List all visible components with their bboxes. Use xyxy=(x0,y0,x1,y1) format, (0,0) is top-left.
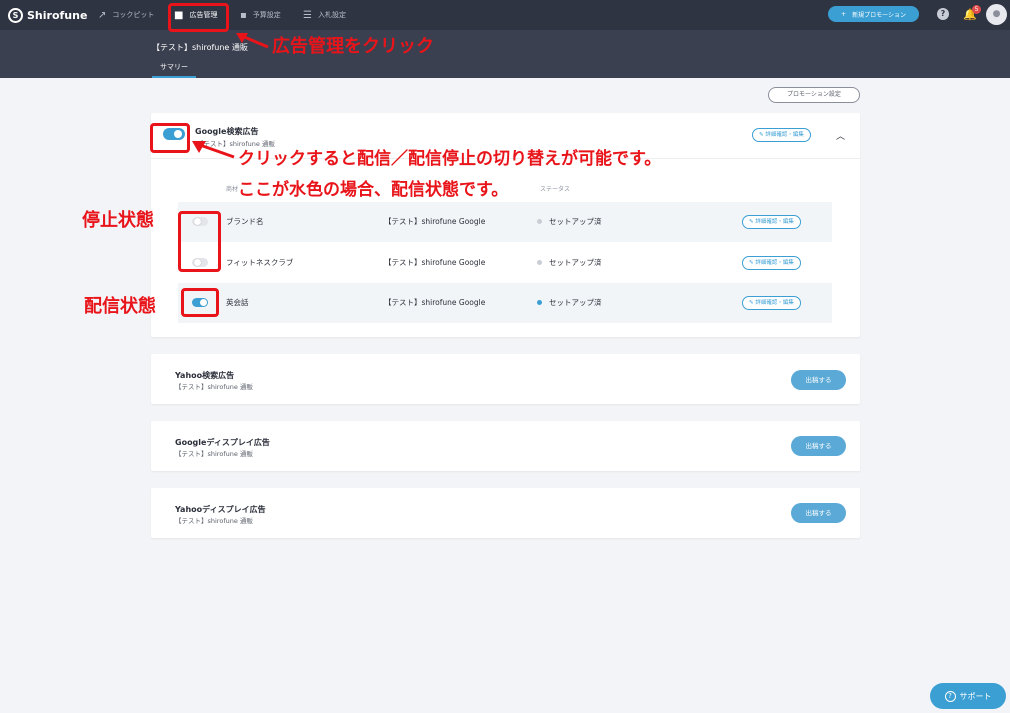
row-status: セットアップ済 xyxy=(549,298,602,307)
publish-button[interactable]: 出稿する xyxy=(791,370,846,390)
annotation-arrow xyxy=(236,33,269,49)
logo-icon: S xyxy=(8,7,23,23)
edit-details-button[interactable]: ✎ 詳細確認・編集 xyxy=(742,256,801,270)
edit-details-button[interactable]: ✎ 詳細確認・編集 xyxy=(752,128,811,142)
pencil-icon: ✎ xyxy=(749,219,754,225)
nav-item-budget[interactable]: ▪ 予算設定 xyxy=(240,8,281,22)
nav-item-label: 入札設定 xyxy=(317,11,346,19)
edit-details-button[interactable]: ✎ 詳細確認・編集 xyxy=(742,296,801,310)
edit-details-button[interactable]: ✎ 詳細確認・編集 xyxy=(742,215,801,229)
support-label: サポート xyxy=(959,691,992,701)
row-account: 【テスト】shirofune Google xyxy=(384,258,486,267)
table-row: フィットネスクラブ 【テスト】shirofune Google セットアップ済 … xyxy=(178,243,832,283)
row-name: フィットネスクラブ xyxy=(226,258,294,267)
annotation-arrow xyxy=(192,141,235,159)
row-account: 【テスト】shirofune Google xyxy=(384,217,486,226)
nav-item-label: 予算設定 xyxy=(252,11,281,19)
status-dot xyxy=(537,300,542,305)
column-header-status: ステータス xyxy=(540,186,571,193)
row-status: セットアップ済 xyxy=(549,217,602,226)
edit-label: 詳細確認・編集 xyxy=(755,300,794,306)
new-promotion-label: 新規プロモーション xyxy=(852,11,906,19)
nav-item-cockpit[interactable]: ↗ コックピット xyxy=(98,8,154,22)
table-row: ブランド名 【テスト】shirofune Google セットアップ済 ✎ 詳細… xyxy=(178,202,832,242)
nav-item-bidding[interactable]: ☰ 入札設定 xyxy=(303,8,346,22)
annotation-toggle-note-1: クリックすると配信／配信停止の切り替えが可能です。 xyxy=(238,149,662,169)
trend-icon: ↗ xyxy=(98,9,107,21)
edit-label: 詳細確認・編集 xyxy=(755,219,794,225)
annotation-active: 配信状態 xyxy=(84,296,156,317)
edit-label: 詳細確認・編集 xyxy=(765,132,804,138)
status-dot xyxy=(537,260,542,265)
status-dot xyxy=(537,219,542,224)
row-account: 【テスト】shirofune Google xyxy=(384,298,486,307)
card-title: Yahooディスプレイ広告 xyxy=(175,505,266,514)
pencil-icon: ✎ xyxy=(749,300,754,306)
chevron-up-icon[interactable]: ︿ xyxy=(836,129,845,142)
annotation-box-ad-management xyxy=(168,3,229,32)
annotation-box-active xyxy=(181,288,219,317)
row-name: 英会話 xyxy=(226,298,249,307)
pencil-icon: ✎ xyxy=(759,132,764,138)
card-title: Googleディスプレイ広告 xyxy=(175,438,270,447)
help-icon[interactable]: ? xyxy=(937,8,949,20)
publish-button[interactable]: 出稿する xyxy=(791,436,846,456)
new-promotion-button[interactable]: + 新規プロモーション xyxy=(828,6,919,22)
plus-icon: + xyxy=(841,10,847,18)
nav-item-label: コックピット xyxy=(112,11,155,19)
card-title: Yahoo検索広告 xyxy=(175,371,235,380)
question-icon: ? xyxy=(944,690,956,702)
wallet-icon: ▪ xyxy=(240,9,247,21)
annotation-box-google-toggle xyxy=(150,123,190,153)
annotation-click-ad-management: 広告管理をクリック xyxy=(272,36,434,57)
column-header-campaign: 商材 xyxy=(226,186,239,193)
top-navigation: S Shirofune ↗ コックピット ■ 広告管理 ▪ 予算設定 ☰ 入札設… xyxy=(0,0,1010,30)
annotation-stopped: 停止状態 xyxy=(82,210,154,231)
annotation-box-stopped xyxy=(178,211,221,272)
edit-label: 詳細確認・編集 xyxy=(755,260,794,266)
yahoo-search-card xyxy=(151,354,860,404)
row-status: セットアップ済 xyxy=(549,258,602,267)
pencil-icon: ✎ xyxy=(749,260,754,266)
card-account: 【テスト】shirofune 通販 xyxy=(175,450,253,458)
avatar[interactable]: ● xyxy=(986,4,1007,25)
brand-name: Shirofune xyxy=(27,8,88,22)
tab-summary[interactable]: サマリー xyxy=(152,62,196,78)
annotation-toggle-note-2: ここが水色の場合、配信状態です。 xyxy=(238,180,509,200)
promotion-settings-button[interactable]: プロモーション設定 xyxy=(768,87,860,103)
publish-button[interactable]: 出稿する xyxy=(791,503,846,523)
card-account: 【テスト】shirofune 通販 xyxy=(175,383,253,391)
card-title: Google検索広告 xyxy=(195,127,259,136)
card-account: 【テスト】shirofune 通販 xyxy=(175,517,253,525)
notification-badge: 5 xyxy=(972,5,981,14)
row-name: ブランド名 xyxy=(226,217,264,226)
table-row: 英会話 【テスト】shirofune Google セットアップ済 ✎ 詳細確認… xyxy=(178,283,832,323)
support-button[interactable]: ? サポート xyxy=(930,683,1006,709)
sub-header: 【テスト】shirofune 通販 サマリー xyxy=(0,30,1010,78)
brand-logo[interactable]: S Shirofune xyxy=(8,6,87,24)
sliders-icon: ☰ xyxy=(303,9,312,21)
